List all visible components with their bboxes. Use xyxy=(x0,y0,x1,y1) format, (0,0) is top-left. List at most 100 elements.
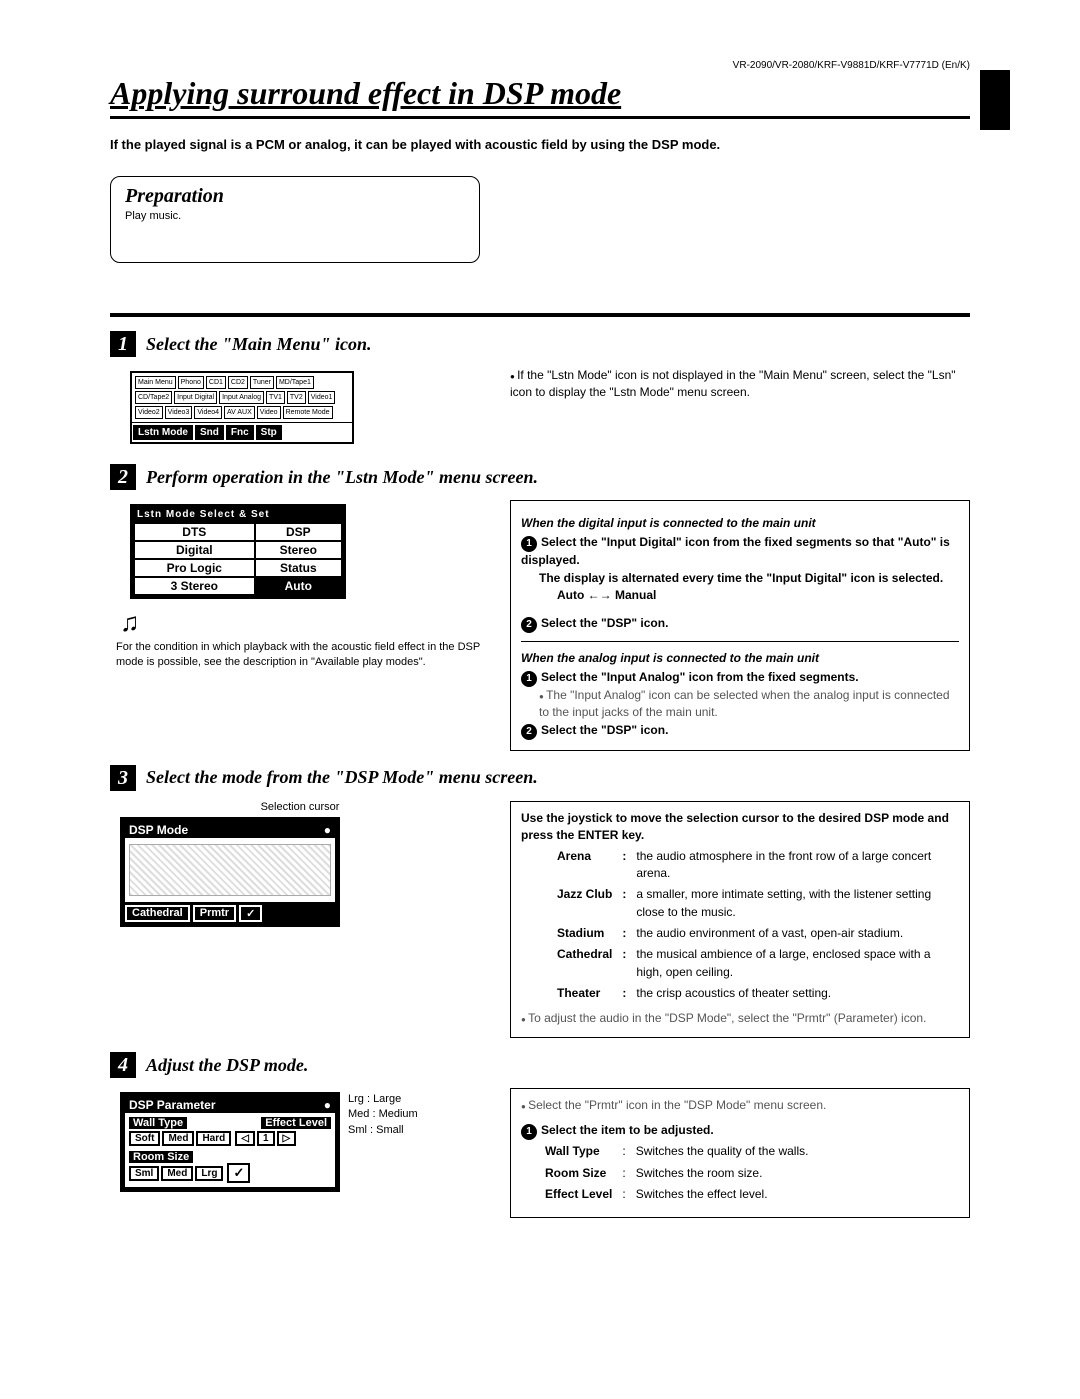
analog-s1: Select the "Input Analog" icon from the … xyxy=(541,670,859,684)
room-opt: Sml xyxy=(129,1166,159,1181)
mode-name: Stadium xyxy=(553,924,616,943)
lcd-footer-item: Fnc xyxy=(226,425,254,440)
digital-s1c: Auto ←→ Manual xyxy=(557,588,656,602)
preparation-heading: Preparation xyxy=(125,185,465,208)
circle-icon: ● xyxy=(324,1098,331,1112)
key-line: Lrg : Large xyxy=(348,1092,418,1107)
dsp-parameter-lcd: DSP Parameter ● Wall Type Effect Level So… xyxy=(120,1092,340,1192)
divider xyxy=(110,313,970,317)
wall-type-label: Wall Type xyxy=(129,1117,187,1129)
mode-desc: the audio environment of a vast, open-ai… xyxy=(632,924,957,943)
step4-r1: Select the "Prmtr" icon in the "DSP Mode… xyxy=(521,1097,959,1114)
lcd-icon: AV AUX xyxy=(224,406,255,419)
lcd-icon: Tuner xyxy=(250,376,274,389)
adj-desc: Switches the quality of the walls. xyxy=(632,1142,813,1161)
dsp-graphic xyxy=(129,844,331,896)
main-menu-lcd: Main Menu Phono CD1 CD2 Tuner MD/Tape1 C… xyxy=(130,371,354,444)
mode-desc: the musical ambience of a large, enclose… xyxy=(632,945,957,982)
lcd-cell: Pro Logic xyxy=(134,559,255,577)
page-title: Applying surround effect in DSP mode xyxy=(110,75,621,116)
lcd-icon: MD/Tape1 xyxy=(276,376,314,389)
lcd-footer-item: Stp xyxy=(256,425,282,440)
lcd-icon: CD/Tape2 xyxy=(135,391,172,404)
digital-heading: When the digital input is connected to t… xyxy=(521,515,959,532)
mode-name: Cathedral xyxy=(553,945,616,982)
dsp-param-title: DSP Parameter xyxy=(129,1098,216,1112)
number-1-icon: 1 xyxy=(521,1124,537,1140)
number-1-icon: 1 xyxy=(521,536,537,552)
page-edge-tab xyxy=(980,70,1010,130)
effect-ctrl: ▷ xyxy=(277,1131,297,1146)
lcd-icon: CD2 xyxy=(228,376,248,389)
key-line: Med : Medium xyxy=(348,1107,418,1122)
lcd-icon: CD1 xyxy=(206,376,226,389)
preparation-box: Preparation Play music. xyxy=(110,176,480,263)
selection-cursor-label: Selection cursor xyxy=(110,801,490,813)
mode-desc: a smaller, more intimate setting, with t… xyxy=(632,885,957,922)
effect-level-label: Effect Level xyxy=(261,1117,331,1129)
mode-name: Jazz Club xyxy=(553,885,616,922)
lcd-icon: Remote Mode xyxy=(283,406,333,419)
lcd-cell: DSP xyxy=(255,523,342,541)
lstn-lcd-header: Lstn Mode Select & Set xyxy=(133,507,343,522)
step2-number: 2 xyxy=(110,464,136,490)
step3-intro: Use the joystick to move the selection c… xyxy=(521,811,949,842)
mode-desc: the crisp acoustics of theater setting. xyxy=(632,984,957,1003)
dsp-footer-item: Cathedral xyxy=(125,905,190,922)
lcd-icon: Video2 xyxy=(135,406,163,419)
size-key: Lrg : Large Med : Medium Sml : Small xyxy=(348,1092,418,1138)
lcd-footer-item: Snd xyxy=(195,425,224,440)
dsp-footer-item: ✓ xyxy=(239,905,262,922)
circle-icon: ● xyxy=(324,823,331,837)
lcd-cell: Digital xyxy=(134,541,255,559)
step4-right-box: Select the "Prmtr" icon in the "DSP Mode… xyxy=(510,1088,970,1218)
step1-title: Select the "Main Menu" icon. xyxy=(146,334,372,355)
step3-right-box: Use the joystick to move the selection c… xyxy=(510,801,970,1038)
mode-name: Theater xyxy=(553,984,616,1003)
step4-number: 4 xyxy=(110,1052,136,1078)
step2-title: Perform operation in the "Lstn Mode" men… xyxy=(146,467,538,488)
lcd-icon: Input Digital xyxy=(174,391,217,404)
step2-right-box: When the digital input is connected to t… xyxy=(510,500,970,751)
mode-desc: the audio atmosphere in the front row of… xyxy=(632,847,957,884)
lcd-icon: Main Menu xyxy=(135,376,176,389)
music-note-icon: ♫ xyxy=(120,607,490,638)
check-icon: ✓ xyxy=(227,1163,250,1183)
digital-s2: Select the "DSP" icon. xyxy=(541,616,668,630)
number-1-icon: 1 xyxy=(521,671,537,687)
lcd-icon: TV2 xyxy=(287,391,306,404)
step1-note: If the "Lstn Mode" icon is not displayed… xyxy=(510,367,970,402)
lcd-cell: DTS xyxy=(134,523,255,541)
digital-s1b: The display is alternated every time the… xyxy=(539,571,943,585)
lcd-cell: Stereo xyxy=(255,541,342,559)
analog-s2: Select the "DSP" icon. xyxy=(541,723,668,737)
adj-desc: Switches the room size. xyxy=(632,1164,813,1183)
effect-ctrl: ◁ xyxy=(235,1131,255,1146)
step3-number: 3 xyxy=(110,765,136,791)
wall-opt: Soft xyxy=(129,1131,160,1146)
lcd-icon: Phono xyxy=(178,376,204,389)
analog-s1note: The "Input Analog" icon can be selected … xyxy=(539,687,959,722)
wall-opt: Hard xyxy=(196,1131,231,1146)
lcd-cell: Auto xyxy=(255,577,342,595)
lcd-icon: Video3 xyxy=(165,406,193,419)
effect-ctrl: 1 xyxy=(257,1131,275,1146)
lcd-footer-item: Lstn Mode xyxy=(133,425,193,440)
adj-desc: Switches the effect level. xyxy=(632,1185,813,1204)
key-line: Sml : Small xyxy=(348,1123,418,1138)
lcd-icon: TV1 xyxy=(266,391,285,404)
lcd-cell: 3 Stereo xyxy=(134,577,255,595)
adj-name: Effect Level xyxy=(541,1185,616,1204)
lstn-mode-lcd: Lstn Mode Select & Set DTSDSP DigitalSte… xyxy=(130,504,346,599)
digital-s1a: Select the "Input Digital" icon from the… xyxy=(521,535,950,567)
adj-name: Wall Type xyxy=(541,1142,616,1161)
room-opt: Lrg xyxy=(195,1166,223,1181)
model-line: VR-2090/VR-2080/KRF-V9881D/KRF-V7771D (E… xyxy=(110,60,970,71)
lcd-icon: Video4 xyxy=(194,406,222,419)
lcd-cell: Status xyxy=(255,559,342,577)
step4-title: Adjust the DSP mode. xyxy=(146,1055,308,1076)
analog-heading: When the analog input is connected to th… xyxy=(521,650,959,667)
adj-name: Room Size xyxy=(541,1164,616,1183)
intro-text: If the played signal is a PCM or analog,… xyxy=(110,137,970,152)
step1-number: 1 xyxy=(110,331,136,357)
